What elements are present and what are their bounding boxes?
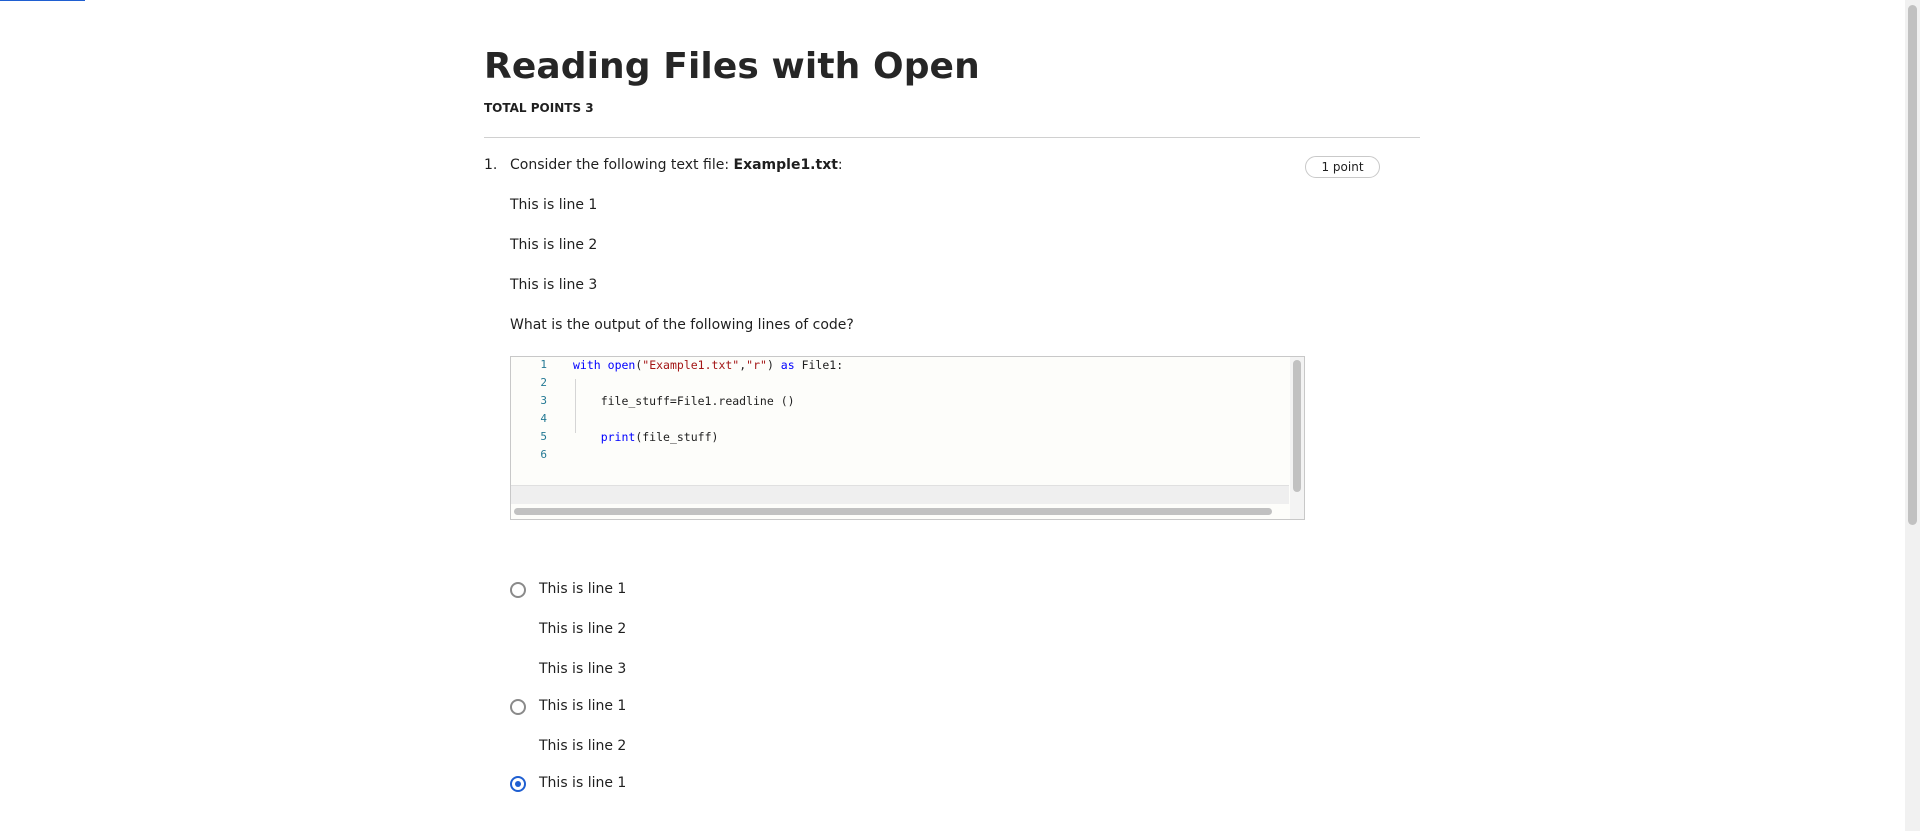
line-number: 5	[540, 430, 547, 443]
option-1-line-1: This is line 1	[539, 581, 627, 597]
points-badge: 1 point	[1305, 156, 1380, 178]
line-number: 4	[540, 412, 547, 425]
code-vertical-scroll-thumb[interactable]	[1293, 360, 1301, 492]
code-line-3: file_stuff=File1.readline ()	[573, 394, 795, 408]
code-string-filename: "Example1.txt"	[642, 358, 740, 372]
code-horizontal-scroll-thumb[interactable]	[514, 508, 1272, 515]
code-string-mode: "r"	[746, 358, 767, 372]
top-accent-bar	[0, 0, 85, 1]
option-2-line-2: This is line 2	[539, 738, 627, 754]
option-1-line-2: This is line 2	[539, 621, 627, 637]
question-number: 1.	[484, 157, 498, 173]
option-2-line-1: This is line 1	[539, 698, 627, 714]
code-line-5: print(file_stuff)	[573, 430, 719, 444]
code-keyword-as: as	[780, 358, 795, 372]
code-rest: File1:	[794, 358, 844, 372]
code-vertical-scrollbar[interactable]	[1290, 357, 1304, 519]
file-line-2: This is line 2	[510, 237, 598, 253]
page-vertical-scroll-thumb[interactable]	[1908, 5, 1917, 525]
code-rest: (file_stuff)	[635, 430, 719, 444]
code-paren-close: )	[766, 358, 781, 372]
code-line-1: with open("Example1.txt","r") as File1:	[573, 358, 843, 372]
option-3-line-1: This is line 1	[539, 775, 627, 791]
radio-unchecked-icon[interactable]	[510, 582, 526, 598]
code-editor[interactable]: 1 2 3 4 5 6 with open("Example1.txt","r"…	[510, 356, 1305, 520]
option-1-line-3: This is line 3	[539, 661, 627, 677]
file-line-1: This is line 1	[510, 197, 598, 213]
code-keyword-with: with	[573, 358, 601, 372]
question-intro-file: Example1.txt	[733, 157, 838, 173]
line-number: 2	[540, 376, 547, 389]
code-fn-open: open	[607, 358, 636, 372]
radio-unchecked-icon[interactable]	[510, 699, 526, 715]
code-area[interactable]: 1 2 3 4 5 6 with open("Example1.txt","r"…	[511, 357, 1289, 485]
line-number: 3	[540, 394, 547, 407]
question-intro-prefix: Consider the following text file:	[510, 157, 734, 173]
question-prompt: What is the output of the following line…	[510, 317, 854, 333]
page-title: Reading Files with Open	[484, 46, 980, 87]
line-number: 1	[540, 358, 547, 371]
line-number: 6	[540, 448, 547, 461]
question-intro: Consider the following text file: Exampl…	[510, 157, 843, 173]
radio-checked-icon[interactable]	[510, 776, 526, 792]
code-fn-print: print	[600, 430, 636, 444]
total-points: TOTAL POINTS 3	[484, 101, 594, 115]
question-intro-suffix: :	[837, 157, 843, 173]
page-vertical-scrollbar[interactable]	[1905, 0, 1920, 831]
code-footer	[511, 485, 1289, 504]
file-line-3: This is line 3	[510, 277, 598, 293]
divider	[484, 137, 1420, 138]
